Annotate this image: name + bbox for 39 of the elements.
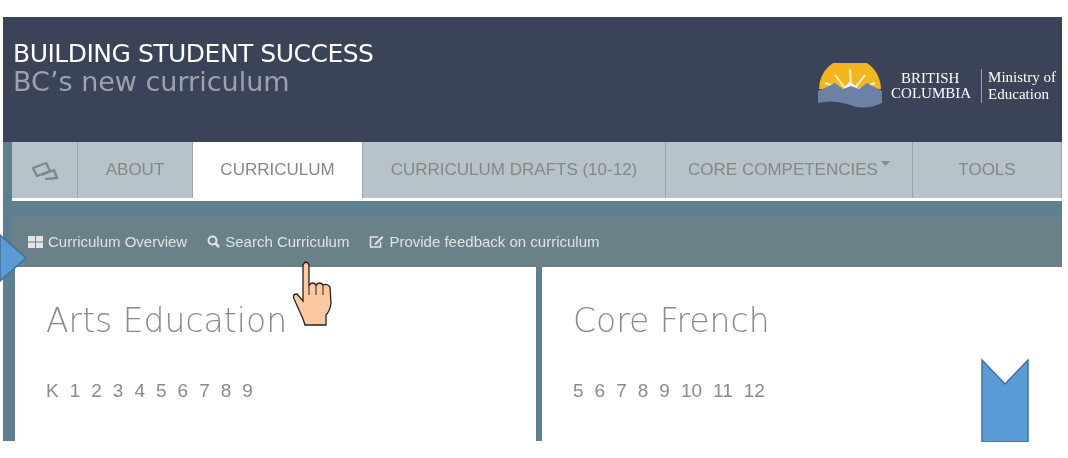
- grade-link[interactable]: 7: [199, 380, 210, 402]
- grade-link[interactable]: 4: [134, 380, 145, 402]
- grade-link[interactable]: 8: [637, 380, 649, 402]
- edit-icon: [369, 235, 385, 248]
- grade-link[interactable]: 10: [680, 380, 703, 402]
- nav-tab[interactable]: CORE COMPETENCIES: [666, 142, 913, 198]
- grade-link[interactable]: 9: [242, 380, 253, 402]
- subject-title[interactable]: Arts Education: [46, 301, 536, 340]
- grid-icon: [28, 235, 43, 248]
- logo-text: COLUMBIA: [891, 86, 972, 101]
- sub-nav-link[interactable]: Curriculum Overview: [28, 233, 188, 250]
- nav-tab[interactable]: CURRICULUM DRAFTS (10-12): [363, 142, 666, 198]
- sub-nav-link[interactable]: Search Curriculum: [207, 233, 350, 250]
- grade-link[interactable]: 6: [594, 380, 606, 402]
- site-title: BUILDING STUDENT SUCCESS: [13, 39, 374, 68]
- logo-text: BRITISH: [900, 71, 961, 86]
- site-subtitle: BC’s new curriculum: [13, 66, 291, 97]
- sub-nav-link[interactable]: Provide feedback on curriculum: [369, 233, 600, 250]
- grade-link[interactable]: 9: [659, 380, 670, 402]
- grade-link[interactable]: 5: [156, 380, 167, 402]
- nav-tab[interactable]: CURRICULUM: [193, 142, 363, 198]
- grade-link[interactable]: 6: [177, 380, 189, 402]
- grade-link[interactable]: 3: [112, 380, 124, 402]
- grade-link[interactable]: K: [46, 380, 59, 402]
- ministry-text: Education: [988, 86, 1050, 103]
- cards-icon: [29, 160, 60, 180]
- nav-tab[interactable]: TOOLS: [913, 142, 1062, 198]
- search-icon: [207, 235, 221, 248]
- grade-link[interactable]: 1: [69, 380, 81, 402]
- subject-title[interactable]: Core French: [573, 301, 1062, 340]
- caret-icon: [880, 161, 890, 167]
- grade-link[interactable]: 12: [743, 380, 765, 402]
- ministry-text: Ministry of: [988, 69, 1056, 86]
- grade-link[interactable]: 2: [91, 380, 102, 402]
- grade-link[interactable]: 5: [573, 380, 584, 402]
- grade-link[interactable]: 7: [616, 380, 627, 402]
- grade-link[interactable]: 11: [713, 380, 733, 402]
- grade-link[interactable]: 8: [220, 380, 232, 402]
- arrow-annotation-icon: [0, 233, 28, 283]
